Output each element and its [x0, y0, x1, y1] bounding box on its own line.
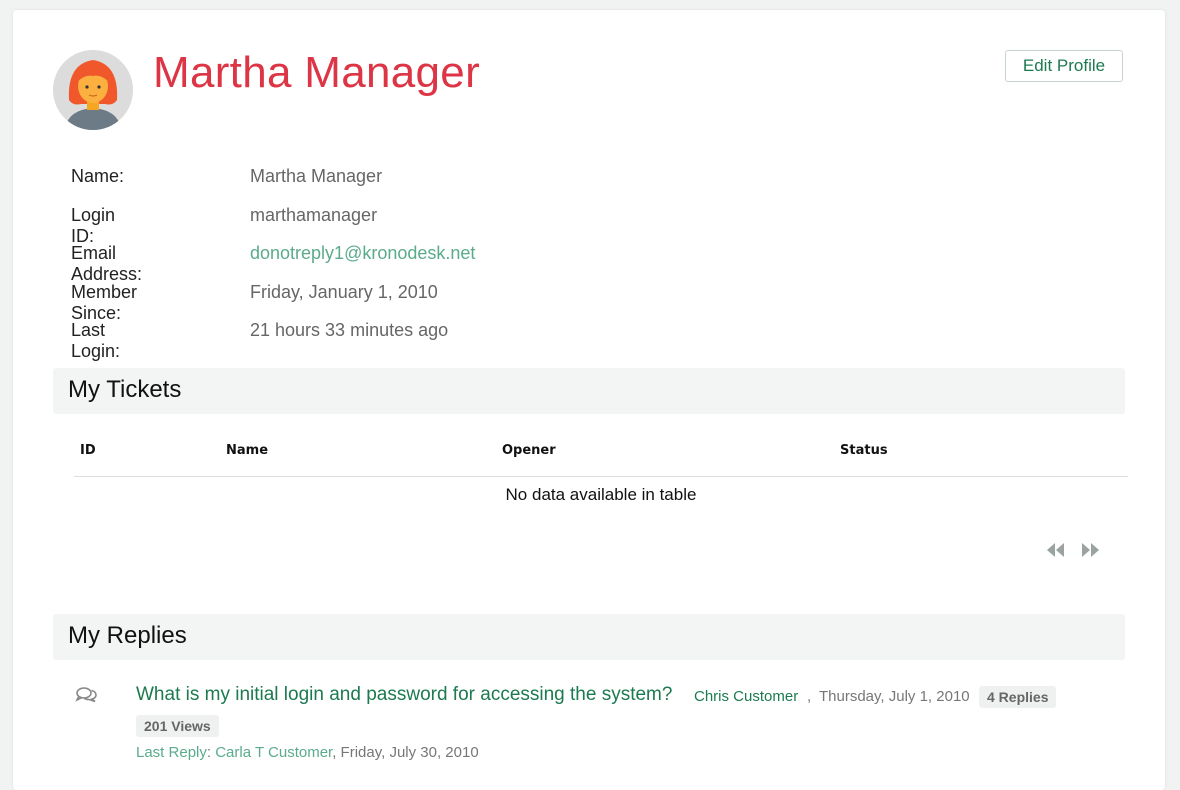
replies-section-header: My Replies [53, 614, 1125, 660]
last-reply-date: , Friday, July 30, 2010 [332, 744, 479, 761]
tickets-table: ID Name Opener Status No data available … [74, 432, 1128, 513]
table-header-row: ID Name Opener Status [74, 432, 1128, 477]
last-reply-author-link[interactable]: Carla T Customer [215, 744, 332, 761]
profile-card: Martha Manager Edit Profile Name: Martha… [13, 10, 1165, 790]
info-value: marthamanager [250, 204, 378, 225]
reply-title-link[interactable]: What is my initial login and password fo… [136, 684, 672, 706]
reply-separator: , [807, 688, 812, 705]
info-label: Member Since: [71, 281, 138, 323]
double-chevron-right-icon[interactable] [1079, 540, 1103, 560]
column-header-opener[interactable]: Opener [502, 443, 556, 458]
column-header-id[interactable]: ID [80, 443, 96, 458]
empty-message: No data available in table [505, 485, 697, 504]
info-value: Martha Manager [250, 166, 383, 186]
page-title: Martha Manager [153, 48, 481, 97]
reply-author-link[interactable]: Chris Customer [694, 688, 798, 705]
last-reply-colon: : [206, 744, 212, 761]
reply-date: Thursday, July 1, 2010 [819, 688, 970, 705]
table-empty-row: No data available in table [74, 477, 1128, 513]
double-chevron-left-icon[interactable] [1044, 540, 1068, 560]
info-label: Name: [71, 166, 125, 186]
column-header-name[interactable]: Name [226, 443, 268, 458]
info-value: 21 hours 33 minutes ago [250, 320, 449, 340]
views-count-badge: 201 Views [136, 715, 219, 737]
avatar [53, 50, 133, 130]
last-reply-label: Last Reply [136, 744, 207, 761]
replies-count-badge: 4 Replies [979, 686, 1057, 708]
email-link[interactable]: donotreply1@kronodesk.net [250, 243, 475, 264]
last-reply-line: Last Reply: Carla T Customer, Friday, Ju… [136, 744, 479, 761]
info-value: Friday, January 1, 2010 [250, 281, 438, 302]
tickets-heading: My Tickets [68, 376, 182, 403]
comments-icon [75, 686, 99, 704]
info-label: Email Address: [71, 243, 143, 284]
tickets-section-header: My Tickets [53, 368, 1125, 414]
column-header-status[interactable]: Status [840, 443, 888, 458]
info-label: Last Login: [71, 320, 121, 361]
info-label: Login ID: [71, 204, 116, 246]
edit-profile-button[interactable]: Edit Profile [1005, 50, 1123, 82]
user-avatar-icon [53, 50, 133, 130]
replies-heading: My Replies [68, 622, 187, 649]
